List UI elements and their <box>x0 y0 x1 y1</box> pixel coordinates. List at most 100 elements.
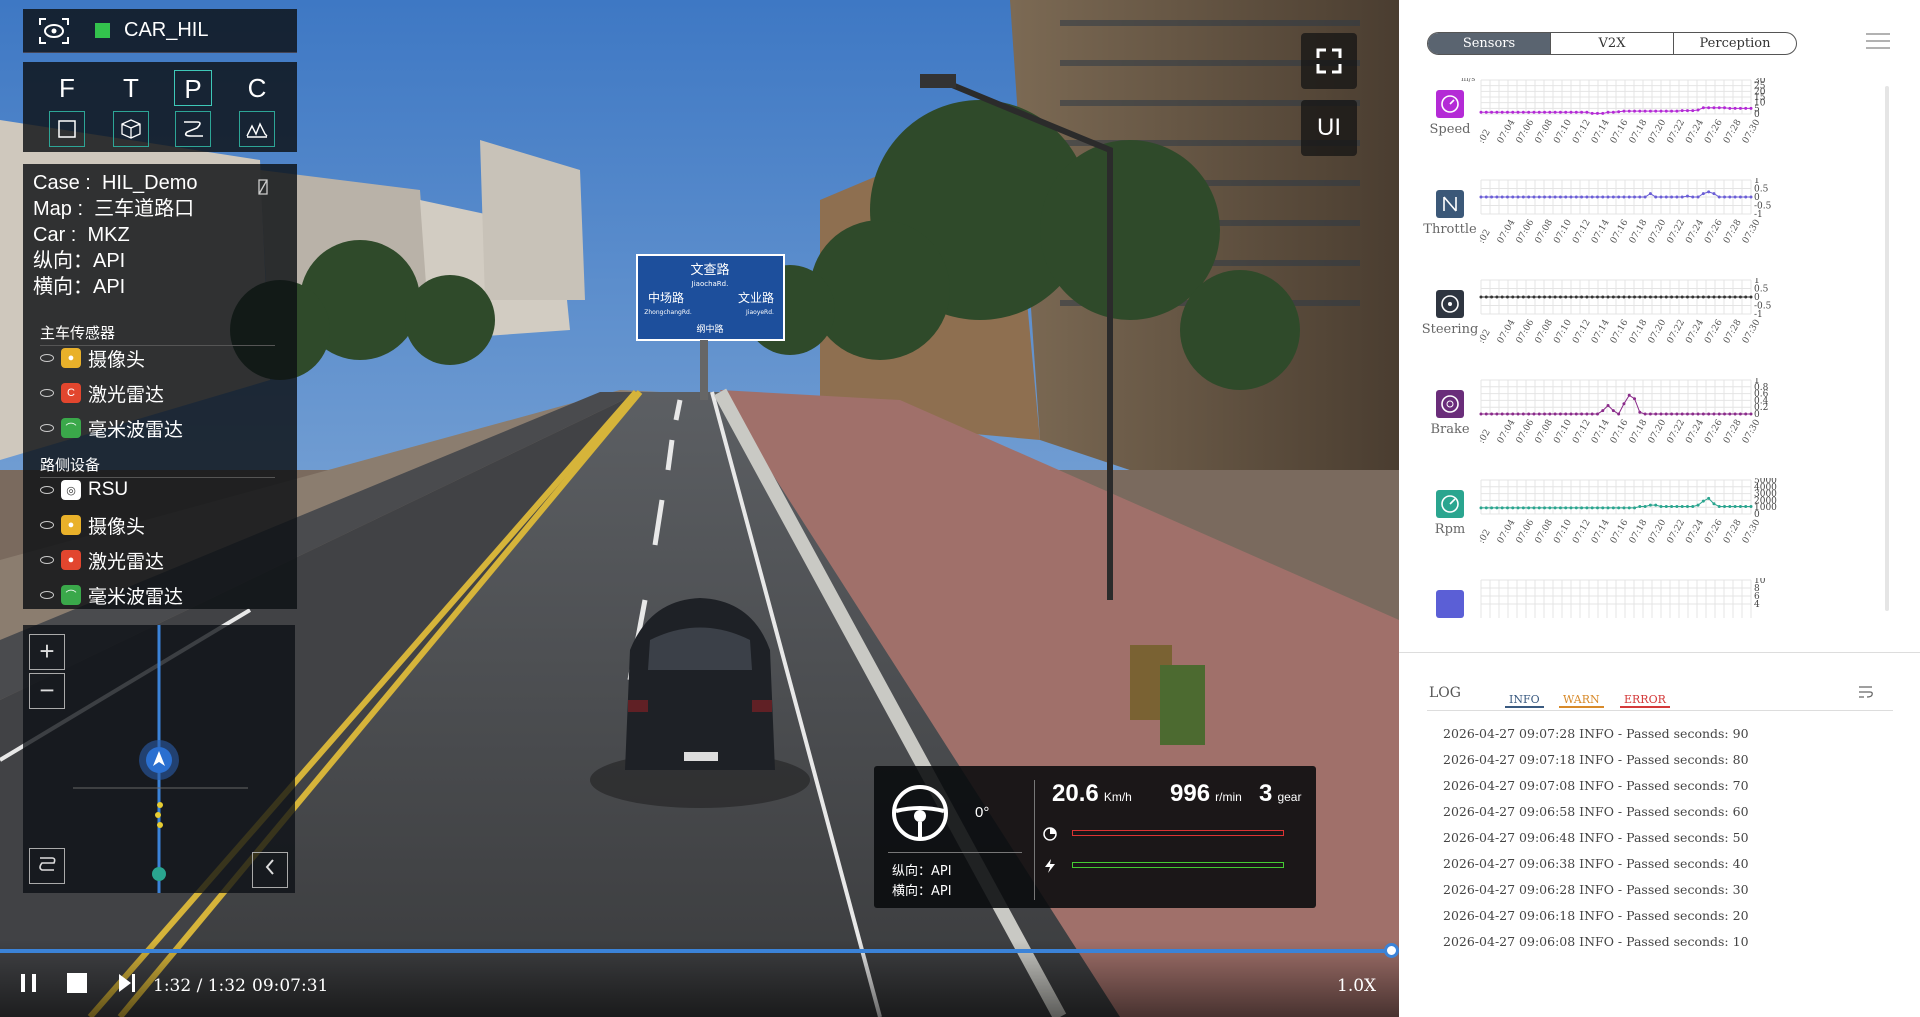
ego-sensor-camera[interactable]: ● 摄像头 <box>40 344 145 372</box>
data-point <box>1479 412 1483 416</box>
data-point <box>1685 295 1689 299</box>
data-point <box>1643 505 1647 509</box>
lidar-icon: C <box>61 383 81 403</box>
log-tab-error[interactable]: ERROR <box>1620 693 1670 708</box>
pause-icon[interactable] <box>18 972 40 994</box>
data-point <box>1511 295 1515 299</box>
data-point <box>1580 195 1584 199</box>
log-line: 2026-04-27 09:06:28 INFO - Passed second… <box>1443 882 1749 897</box>
brake-icon <box>1043 827 1057 841</box>
roadside-lidar[interactable]: ● 激光雷达 <box>40 546 164 574</box>
data-point <box>1495 412 1499 416</box>
progress-handle[interactable] <box>1384 943 1399 958</box>
playback-speed[interactable]: 1.0X <box>1337 976 1376 996</box>
mode-t-button[interactable]: T <box>112 70 150 106</box>
eye-icon[interactable] <box>40 424 54 432</box>
data-point <box>1521 295 1525 299</box>
trajectory-icon[interactable] <box>175 111 211 147</box>
ego-sensor-radar[interactable]: ⌒ 毫米波雷达 <box>40 414 183 442</box>
data-point <box>1675 412 1679 416</box>
data-point <box>1543 506 1547 510</box>
data-point <box>1543 412 1547 416</box>
chart-plot: 302520151050m/s:02 07:0407:0607:0807:1007… <box>1461 78 1766 146</box>
tab-v2x[interactable]: V2X <box>1551 33 1674 54</box>
mode-f-button[interactable]: F <box>48 70 86 106</box>
log-title: LOG <box>1429 685 1461 701</box>
data-point <box>1707 190 1711 194</box>
data-point <box>1505 506 1509 510</box>
data-point <box>1479 295 1483 299</box>
data-point <box>1495 195 1499 199</box>
mode-c-button[interactable]: C <box>238 70 276 106</box>
y-tick-label: -1 <box>1754 210 1763 220</box>
charts-scrollbar[interactable] <box>1885 86 1889 611</box>
data-point <box>1585 412 1589 416</box>
chevron-left-icon[interactable] <box>252 852 288 888</box>
rpm-readout: 996 r/min <box>1170 780 1242 808</box>
data-point <box>1696 195 1700 199</box>
svg-text:中场路: 中场路 <box>648 290 684 305</box>
data-point <box>1601 506 1605 510</box>
data-point <box>1521 412 1525 416</box>
data-point <box>1664 109 1668 113</box>
fullscreen-button[interactable] <box>1301 33 1357 89</box>
data-point <box>1733 195 1737 199</box>
eye-icon[interactable] <box>40 486 54 494</box>
data-point <box>1633 109 1637 113</box>
throttle-bar <box>1072 862 1284 868</box>
app-title: CAR_HIL <box>124 19 209 41</box>
data-point <box>1622 295 1626 299</box>
eye-icon[interactable] <box>40 591 54 599</box>
data-point <box>1633 195 1637 199</box>
data-point <box>1574 506 1578 510</box>
data-point <box>1500 110 1504 114</box>
mode-p-button[interactable]: P <box>174 70 212 106</box>
eye-icon[interactable] <box>40 354 54 362</box>
zoom-in-button[interactable]: + <box>29 634 65 670</box>
data-point <box>1712 192 1716 196</box>
data-point <box>1521 110 1525 114</box>
data-point <box>1595 295 1599 299</box>
hamburger-menu-icon[interactable] <box>1865 32 1891 50</box>
ui-toggle-button[interactable]: UI <box>1301 100 1357 156</box>
gear-value: 3 <box>1259 780 1273 807</box>
eye-icon[interactable] <box>40 389 54 397</box>
data-point <box>1638 410 1642 414</box>
eye-icon[interactable] <box>40 556 54 564</box>
log-tab-info[interactable]: INFO <box>1505 693 1544 708</box>
title-bar: CAR_HIL <box>23 9 297 53</box>
lateral-mode: 横向：API <box>33 276 126 298</box>
camera-icon: ● <box>61 515 81 535</box>
data-point <box>1569 412 1573 416</box>
minimap[interactable]: + − <box>23 625 295 893</box>
roadside-rsu[interactable]: ◎ RSU <box>40 476 128 504</box>
data-point <box>1643 295 1647 299</box>
data-point <box>1675 195 1679 199</box>
data-point <box>1532 295 1536 299</box>
data-point <box>1622 506 1626 510</box>
data-point <box>1553 110 1557 114</box>
step-forward-icon[interactable] <box>116 972 138 994</box>
ego-sensor-lidar[interactable]: C 激光雷达 <box>40 379 164 407</box>
collapse-icon[interactable] <box>256 178 270 196</box>
view-eye-icon[interactable] <box>37 16 71 46</box>
cube-icon[interactable] <box>113 111 149 147</box>
tab-sensors[interactable]: Sensors <box>1428 33 1551 54</box>
simulation-viewport[interactable]: 文查路 JiaochaRd. 中场路 ZhongchangRd. 文业路 Jia… <box>0 0 1399 1017</box>
data-point <box>1611 195 1615 199</box>
progress-bar[interactable] <box>0 949 1390 953</box>
data-point <box>1617 506 1621 510</box>
box-outline-icon[interactable] <box>49 111 85 147</box>
roadside-radar[interactable]: ⌒ 毫米波雷达 <box>40 581 183 609</box>
tab-perception[interactable]: Perception <box>1674 33 1796 54</box>
waveform-icon[interactable] <box>239 111 275 147</box>
log-line: 2026-04-27 09:06:58 INFO - Passed second… <box>1443 804 1749 819</box>
eye-icon[interactable] <box>40 521 54 529</box>
data-point <box>1749 195 1753 199</box>
wrap-text-icon[interactable] <box>1858 685 1874 699</box>
stop-icon[interactable] <box>66 972 88 994</box>
log-tab-warn[interactable]: WARN <box>1559 693 1604 708</box>
zoom-out-button[interactable]: − <box>29 673 65 709</box>
route-icon[interactable] <box>29 848 65 884</box>
roadside-camera[interactable]: ● 摄像头 <box>40 511 145 539</box>
